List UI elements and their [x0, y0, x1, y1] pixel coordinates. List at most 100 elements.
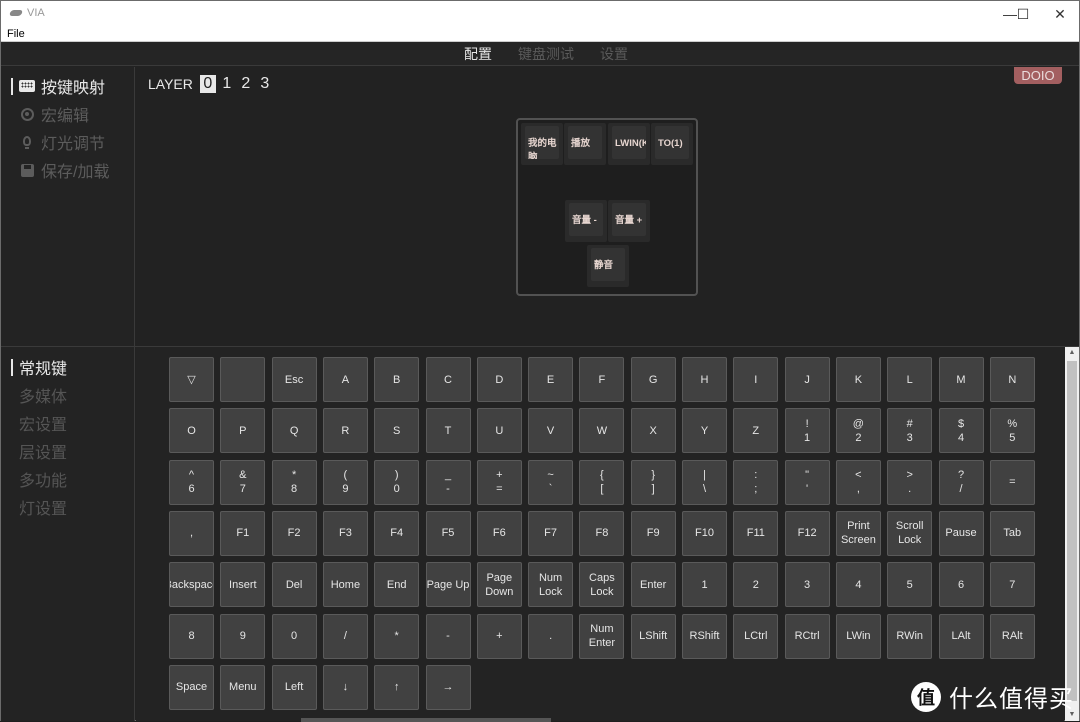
keycode-button[interactable]: ↑ [374, 664, 420, 710]
keycode-button[interactable]: P [220, 408, 266, 454]
keycode-button[interactable]: 0 [271, 613, 317, 659]
keycode-button[interactable]: M [938, 357, 984, 402]
keycode-button[interactable]: F1 [220, 510, 266, 556]
keycode-button[interactable]: F3 [322, 510, 368, 556]
keycode-button[interactable]: RAlt [989, 613, 1035, 659]
keycode-button[interactable]: Backspace [169, 562, 214, 608]
board-key[interactable]: LWIN(KC [608, 123, 650, 165]
board-key[interactable]: 播放 [564, 123, 606, 165]
sidebar-item-keymap[interactable]: 按键映射 [11, 75, 105, 97]
keycode-button[interactable]: N [989, 357, 1035, 402]
keycode-button[interactable]: I [733, 357, 779, 402]
keycode-button[interactable]: Q [271, 408, 317, 454]
keycode-button[interactable]: Z [733, 408, 779, 454]
scroll-up-icon[interactable]: ▲ [1065, 347, 1079, 359]
scroll-thumb[interactable] [1067, 361, 1077, 701]
file-menu[interactable]: File [7, 28, 25, 40]
keycode-button[interactable]: RShift [682, 613, 727, 659]
keycode-button[interactable]: LAlt [938, 613, 984, 659]
board-key[interactable]: TO(1) [651, 123, 693, 165]
keycode-button[interactable]: Left [271, 664, 317, 710]
keycode-button[interactable]: B [374, 357, 420, 402]
vertical-scrollbar[interactable]: ▲ ▼ [1065, 347, 1079, 721]
keycode-button[interactable]: K [835, 357, 881, 402]
keycode-button[interactable]: Y [682, 408, 727, 454]
keycode-button[interactable]: " ' [784, 459, 830, 505]
tab-key-test[interactable]: 键盘测试 [518, 42, 574, 65]
keycode-button[interactable]: LShift [630, 613, 676, 659]
keycode-button[interactable]: >. [887, 459, 933, 505]
category-layers[interactable]: 层设置 [11, 440, 67, 462]
keycode-button[interactable]: - [425, 613, 471, 659]
keycode-button[interactable]: F11 [733, 510, 779, 556]
category-macro[interactable]: 宏设置 [11, 412, 67, 434]
keycode-button[interactable]: O [169, 408, 214, 454]
sidebar-item-macros[interactable]: 宏编辑 [11, 103, 89, 125]
keycode-button[interactable]: 4 [835, 562, 881, 608]
sidebar-item-lighting[interactable]: 灯光调节 [11, 131, 105, 153]
keycode-button[interactable]: Page Up [425, 562, 471, 608]
keycode-button[interactable]: LCtrl [733, 613, 779, 659]
keycode-button[interactable]: F12 [784, 510, 830, 556]
keycode-button[interactable]: F7 [528, 510, 574, 556]
keycode-button[interactable]: * 8 [271, 459, 317, 505]
keycode-button[interactable]: F5 [425, 510, 471, 556]
board-key[interactable]: 静音 [587, 245, 629, 287]
keycode-button[interactable]: R [322, 408, 368, 454]
tab-settings[interactable]: 设置 [600, 42, 628, 65]
keycode-button[interactable]: J [784, 357, 830, 402]
keycode-button[interactable]: 5 [887, 562, 933, 608]
board-key[interactable]: 音量 + [608, 200, 650, 242]
keycode-button[interactable]: ↓ [322, 664, 368, 710]
layer-1-button[interactable]: 1 [219, 75, 235, 93]
keycode-button[interactable]: X [630, 408, 676, 454]
keycode-button[interactable]: Menu [220, 664, 266, 710]
keycode-button[interactable]: Tab [989, 510, 1035, 556]
category-basic[interactable]: 常规键 [11, 356, 67, 378]
keycode-button[interactable]: = [989, 459, 1035, 505]
keycode-button[interactable]: F6 [476, 510, 522, 556]
layer-3-button[interactable]: 3 [257, 75, 273, 93]
keycode-button[interactable]: F4 [374, 510, 420, 556]
keycode-button[interactable]: Num Lock [528, 562, 574, 608]
keycode-button[interactable]: ^ 6 [169, 459, 214, 505]
category-lighting[interactable]: 灯设置 [11, 496, 67, 518]
keycode-button[interactable]: 2 [733, 562, 779, 608]
keycode-button[interactable]: A [322, 357, 368, 402]
keycode-button[interactable]: H [682, 357, 727, 402]
keycode-button[interactable]: Home [322, 562, 368, 608]
category-special[interactable]: 多功能 [11, 468, 67, 490]
keycode-button[interactable]: V [528, 408, 574, 454]
keycode-button[interactable]: Num Enter [579, 613, 625, 659]
keycode-button[interactable]: F8 [579, 510, 625, 556]
keycode-button[interactable]: & 7 [220, 459, 266, 505]
keycode-button[interactable]: + = [476, 459, 522, 505]
keycode-button[interactable]: _ - [425, 459, 471, 505]
keycode-button[interactable]: <, [835, 459, 881, 505]
keycode-button[interactable]: End [374, 562, 420, 608]
keycode-button[interactable]: Insert [220, 562, 266, 608]
keycode-button[interactable]: :; [733, 459, 779, 505]
keycode-button[interactable]: C [425, 357, 471, 402]
keycode-button[interactable]: U [476, 408, 522, 454]
keycode-button[interactable]: Page Down [476, 562, 522, 608]
keycode-button[interactable]: 8 [169, 613, 214, 659]
keycode-button[interactable]: Pause [938, 510, 984, 556]
keycode-button[interactable]: % 5 [989, 408, 1035, 454]
keycode-button[interactable]: G [630, 357, 676, 402]
keycode-button[interactable]: 9 [220, 613, 266, 659]
keycode-button[interactable]: RWin [887, 613, 933, 659]
keycode-button[interactable]: Print Screen [835, 510, 881, 556]
keycode-button[interactable]: F [579, 357, 625, 402]
board-key[interactable]: 我的电脑 [521, 123, 563, 165]
keycode-button[interactable]: LWin [835, 613, 881, 659]
keycode-button[interactable]: Scroll Lock [887, 510, 933, 556]
keycode-button[interactable]: Caps Lock [579, 562, 625, 608]
sidebar-item-save-load[interactable]: 保存/加载 [11, 159, 109, 181]
layer-2-button[interactable]: 2 [238, 75, 254, 93]
keycode-button[interactable]: F10 [682, 510, 727, 556]
keycode-button[interactable]: Enter [630, 562, 676, 608]
keycode-button[interactable]: 7 [989, 562, 1035, 608]
tab-configure[interactable]: 配置 [464, 42, 492, 65]
keycode-button[interactable]: {[ [579, 459, 625, 505]
